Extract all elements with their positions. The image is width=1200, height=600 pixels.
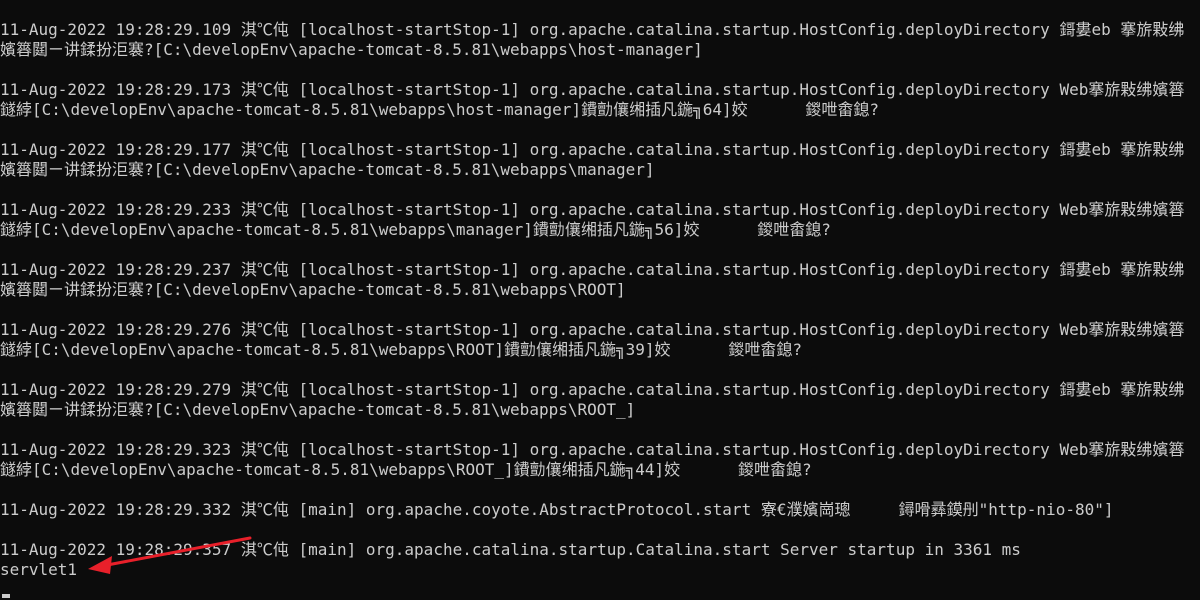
log-line: 嬪簭閮ㄧ讲鍒扮洰褰?[C:\developEnv\apache-tomcat-8… — [0, 160, 655, 179]
log-line: 鐩綍[C:\developEnv\apache-tomcat-8.5.81\we… — [0, 460, 812, 479]
log-line: 嬪簭閮ㄧ讲鍒扮洰褰?[C:\developEnv\apache-tomcat-8… — [0, 400, 636, 419]
log-line: 11-Aug-2022 19:28:29.279 淇℃伅 [localhost-… — [0, 380, 1185, 399]
console-window[interactable]: 11-Aug-2022 19:28:29.109 淇℃伅 [localhost-… — [0, 0, 1200, 600]
log-line: 鐩綍[C:\developEnv\apache-tomcat-8.5.81\we… — [0, 340, 802, 359]
log-line: 11-Aug-2022 19:28:29.233 淇℃伅 [localhost-… — [0, 200, 1185, 219]
log-line: 11-Aug-2022 19:28:29.237 淇℃伅 [localhost-… — [0, 260, 1185, 279]
log-line: 11-Aug-2022 19:28:29.173 淇℃伅 [localhost-… — [0, 80, 1185, 99]
log-line: 11-Aug-2022 19:28:29.276 淇℃伅 [localhost-… — [0, 320, 1185, 339]
log-line: 嬪簭閮ㄧ讲鍒扮洰褰?[C:\developEnv\apache-tomcat-8… — [0, 40, 703, 59]
log-line: servlet1 — [0, 560, 78, 579]
log-line: 嬪簭閮ㄧ讲鍒扮洰褰?[C:\developEnv\apache-tomcat-8… — [0, 280, 626, 299]
log-line: 11-Aug-2022 19:28:29.109 淇℃伅 [localhost-… — [0, 20, 1185, 39]
log-line: 鐩綍[C:\developEnv\apache-tomcat-8.5.81\we… — [0, 220, 831, 239]
text-cursor — [2, 594, 10, 598]
log-line: 11-Aug-2022 19:28:29.177 淇℃伅 [localhost-… — [0, 140, 1185, 159]
log-line: 11-Aug-2022 19:28:29.332 淇℃伅 [main] org.… — [0, 500, 1114, 519]
log-line: 11-Aug-2022 19:28:29.323 淇℃伅 [localhost-… — [0, 440, 1185, 459]
log-line: 鐩綍[C:\developEnv\apache-tomcat-8.5.81\we… — [0, 100, 880, 119]
log-line: 11-Aug-2022 19:28:29.357 淇℃伅 [main] org.… — [0, 540, 1021, 559]
